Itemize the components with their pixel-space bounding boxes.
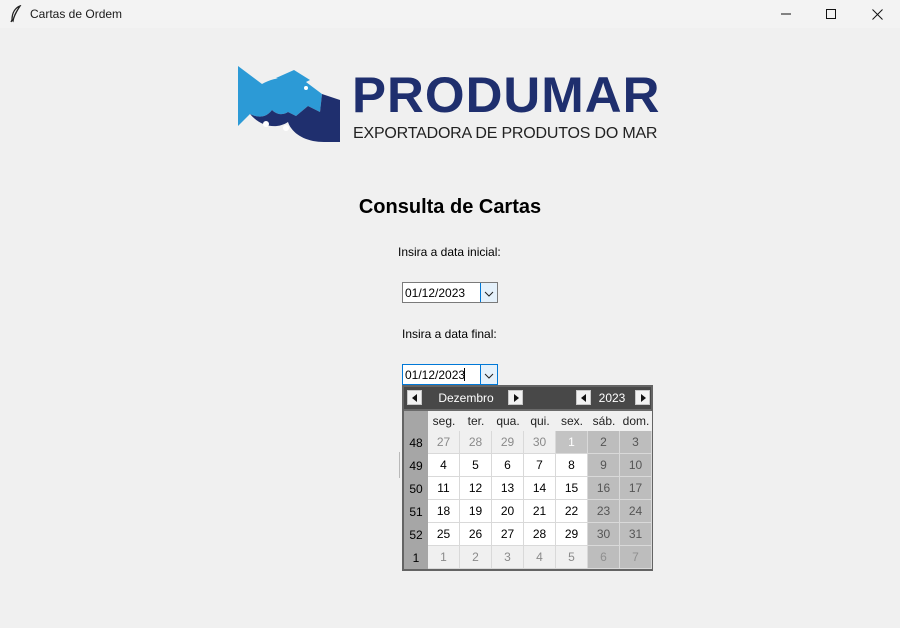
calendar-day[interactable]: 15 <box>556 477 588 500</box>
text-cursor <box>464 368 465 381</box>
calendar-day[interactable]: 19 <box>460 500 492 523</box>
weekday-header: qua. <box>492 411 524 431</box>
calendar-day[interactable]: 20 <box>492 500 524 523</box>
calendar-day[interactable]: 10 <box>620 454 652 477</box>
weekday-header: seg. <box>428 411 460 431</box>
weekday-header: sex. <box>556 411 588 431</box>
calendar-day[interactable]: 9 <box>588 454 620 477</box>
week-number: 50 <box>404 477 428 500</box>
next-month-button[interactable] <box>508 390 523 405</box>
week-number-header <box>404 411 428 431</box>
calendar-day[interactable]: 25 <box>428 523 460 546</box>
week-number: 49 <box>404 454 428 477</box>
calendar-day[interactable]: 2 <box>588 431 620 454</box>
calendar-day[interactable]: 5 <box>556 546 588 569</box>
weekday-header: qui. <box>524 411 556 431</box>
calendar-day[interactable]: 3 <box>620 431 652 454</box>
calendar-header: Dezembro 2023 <box>404 387 651 409</box>
calendar-day[interactable]: 16 <box>588 477 620 500</box>
triangle-right-icon <box>513 391 519 405</box>
minimize-icon <box>781 9 791 19</box>
end-date-label: Insira a data final: <box>402 327 497 341</box>
calendar-day[interactable]: 6 <box>492 454 524 477</box>
calendar-day[interactable]: 4 <box>524 546 556 569</box>
calendar-day[interactable]: 2 <box>460 546 492 569</box>
chevron-down-icon <box>484 284 494 302</box>
start-date-picker[interactable]: 01/12/2023 <box>402 282 498 303</box>
week-number: 52 <box>404 523 428 546</box>
calendar-day[interactable]: 29 <box>492 431 524 454</box>
end-date-picker[interactable]: 01/12/2023 <box>402 364 498 385</box>
calendar-day[interactable]: 30 <box>588 523 620 546</box>
start-date-value[interactable]: 01/12/2023 <box>405 286 465 300</box>
calendar-popup: Dezembro 2023 seg. ter. qua. qui. sex. sáb. do… <box>402 385 653 571</box>
calendar-year: 2023 <box>598 391 626 405</box>
end-date-value[interactable]: 01/12/2023 <box>405 368 465 382</box>
calendar-day[interactable]: 31 <box>620 523 652 546</box>
logo-wordmark: PRODUMAR <box>352 67 661 123</box>
chevron-down-icon <box>484 366 494 384</box>
logo-subtitle: EXPORTADORA DE PRODUTOS DO MAR <box>353 125 658 142</box>
calendar-day[interactable]: 29 <box>556 523 588 546</box>
weekday-header: ter. <box>460 411 492 431</box>
weekday-header: dom. <box>620 411 652 431</box>
calendar-day[interactable]: 12 <box>460 477 492 500</box>
window-titlebar: Cartas de Ordem <box>0 0 900 28</box>
calendar-day[interactable]: 17 <box>620 477 652 500</box>
calendar-day[interactable]: 4 <box>428 454 460 477</box>
end-date-dropdown-button[interactable] <box>480 365 497 384</box>
start-date-dropdown-button[interactable] <box>480 283 497 302</box>
close-icon <box>871 8 883 20</box>
calendar-day[interactable]: 7 <box>524 454 556 477</box>
triangle-left-icon <box>580 391 587 405</box>
weekday-header: sáb. <box>588 411 620 431</box>
calendar-day[interactable]: 22 <box>556 500 588 523</box>
prev-month-button[interactable] <box>407 390 422 405</box>
week-number: 51 <box>404 500 428 523</box>
calendar-day[interactable]: 24 <box>620 500 652 523</box>
calendar-day[interactable]: 21 <box>524 500 556 523</box>
week-number: 1 <box>404 546 428 569</box>
calendar-day[interactable]: 27 <box>428 431 460 454</box>
maximize-icon <box>826 9 836 19</box>
minimize-button[interactable] <box>763 0 809 28</box>
calendar-day[interactable]: 28 <box>524 523 556 546</box>
company-logo: PRODUMAR EXPORTADORA DE PRODUTOS DO MAR <box>236 64 664 146</box>
feather-icon <box>9 4 23 23</box>
week-number: 48 <box>404 431 428 454</box>
calendar-day-selected[interactable]: 1 <box>556 431 588 454</box>
fish-logo-icon <box>238 66 340 142</box>
window-title: Cartas de Ordem <box>30 7 123 21</box>
calendar-day[interactable]: 13 <box>492 477 524 500</box>
calendar-day[interactable]: 5 <box>460 454 492 477</box>
calendar-day[interactable]: 18 <box>428 500 460 523</box>
calendar-day[interactable]: 11 <box>428 477 460 500</box>
calendar-day[interactable]: 7 <box>620 546 652 569</box>
prev-year-button[interactable] <box>576 390 591 405</box>
calendar-day[interactable]: 26 <box>460 523 492 546</box>
calendar-month: Dezembro <box>438 391 494 405</box>
calendar-day[interactable]: 28 <box>460 431 492 454</box>
close-button[interactable] <box>854 0 900 28</box>
start-date-label: Insira a data inicial: <box>398 245 501 259</box>
calendar-day[interactable]: 14 <box>524 477 556 500</box>
calendar-day[interactable]: 3 <box>492 546 524 569</box>
calendar-day[interactable]: 1 <box>428 546 460 569</box>
calendar-day[interactable]: 23 <box>588 500 620 523</box>
page-title: Consulta de Cartas <box>358 196 542 218</box>
maximize-button[interactable] <box>808 0 854 28</box>
triangle-left-icon <box>411 391 418 405</box>
calendar-day[interactable]: 27 <box>492 523 524 546</box>
calendar-day[interactable]: 30 <box>524 431 556 454</box>
next-year-button[interactable] <box>635 390 650 405</box>
calendar-day[interactable]: 8 <box>556 454 588 477</box>
calendar-day[interactable]: 6 <box>588 546 620 569</box>
triangle-right-icon <box>640 391 646 405</box>
